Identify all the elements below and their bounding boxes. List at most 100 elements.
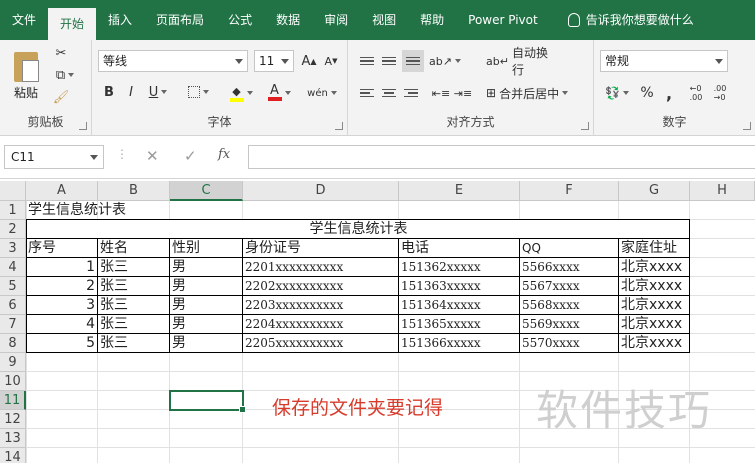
font-name-select[interactable]: 等线 — [98, 50, 248, 72]
row-header-9[interactable]: 9 — [0, 353, 26, 372]
row-header-8[interactable]: 8 — [0, 334, 26, 353]
cell-phone[interactable]: 151364xxxxx — [399, 296, 520, 315]
tab-page-layout[interactable]: 页面布局 — [144, 0, 216, 40]
row-header-3[interactable]: 3 — [0, 239, 26, 258]
increase-indent-button[interactable]: ⇥≡ — [454, 84, 472, 102]
cell-seq[interactable]: 4 — [26, 315, 98, 334]
cell-phone[interactable]: 151365xxxxx — [399, 315, 520, 334]
header-phone[interactable]: 电话 — [399, 239, 520, 258]
formula-input[interactable] — [248, 145, 755, 169]
italic-button[interactable]: I — [122, 82, 140, 102]
cell-seq[interactable]: 3 — [26, 296, 98, 315]
column-header-b[interactable]: B — [98, 181, 170, 201]
cell-qq[interactable]: 5568xxxx — [520, 296, 619, 315]
align-left-button[interactable] — [358, 84, 376, 102]
row-header-4[interactable]: 4 — [0, 258, 26, 277]
number-format-select[interactable]: 常规 — [600, 50, 728, 72]
column-header-d[interactable]: D — [243, 181, 399, 201]
enter-icon[interactable]: ✓ — [184, 147, 197, 165]
select-all-corner[interactable] — [0, 181, 26, 201]
cell-gender[interactable]: 男 — [170, 334, 243, 353]
underline-button[interactable]: U — [144, 82, 172, 102]
column-header-c[interactable]: C — [170, 181, 243, 201]
merge-center-button[interactable]: ⊞ 合并后居中 — [486, 84, 576, 102]
tab-home[interactable]: 开始 — [48, 8, 97, 40]
cell-address[interactable]: 北京xxxx — [619, 315, 690, 334]
tab-insert[interactable]: 插入 — [96, 0, 144, 40]
align-middle-button[interactable] — [380, 52, 398, 70]
row-header-14[interactable]: 14 — [0, 448, 26, 463]
cell-gender[interactable]: 男 — [170, 315, 243, 334]
header-address[interactable]: 家庭住址 — [619, 239, 690, 258]
cell-gender[interactable]: 男 — [170, 258, 243, 277]
grow-font-button[interactable]: A ▲ — [300, 52, 318, 70]
tab-data[interactable]: 数据 — [264, 0, 312, 40]
shrink-font-button[interactable]: A ▼ — [322, 52, 340, 70]
cell-address[interactable]: 北京xxxx — [619, 334, 690, 353]
column-header-g[interactable]: G — [619, 181, 690, 201]
tab-file[interactable]: 文件 — [0, 0, 48, 40]
header-qq[interactable]: QQ — [520, 239, 619, 258]
column-header-a[interactable]: A — [26, 181, 98, 201]
cell-id-number[interactable]: 2203xxxxxxxxxx — [243, 296, 399, 315]
cell-a1[interactable]: 学生信息统计表 — [26, 201, 226, 220]
column-header-h[interactable]: H — [690, 181, 755, 201]
copy-button[interactable]: ⧉ — [52, 66, 78, 84]
cell-qq[interactable]: 5569xxxx — [520, 315, 619, 334]
row-header-1[interactable]: 1 — [0, 201, 26, 220]
clipboard-launcher-icon[interactable] — [79, 122, 87, 130]
cell-id-number[interactable]: 2202xxxxxxxxxx — [243, 277, 399, 296]
cell-name[interactable]: 张三 — [98, 334, 170, 353]
orientation-button[interactable]: ab↗ — [429, 52, 461, 70]
fill-color-button[interactable]: ◆ — [226, 82, 256, 104]
cell-id-number[interactable]: 2201xxxxxxxxxx — [243, 258, 399, 277]
align-center-button[interactable] — [380, 84, 398, 102]
cell-name[interactable]: 张三 — [98, 277, 170, 296]
cell-phone[interactable]: 151363xxxxx — [399, 277, 520, 296]
header-seq[interactable]: 序号 — [26, 239, 98, 258]
wrap-text-button[interactable]: ab↵ 自动换行 — [486, 46, 556, 77]
header-name[interactable]: 姓名 — [98, 239, 170, 258]
cancel-icon[interactable]: ✕ — [146, 147, 159, 165]
borders-button[interactable] — [184, 82, 212, 102]
cell-qq[interactable]: 5566xxxx — [520, 258, 619, 277]
comma-button[interactable]: , — [660, 84, 678, 103]
tab-help[interactable]: 帮助 — [408, 0, 456, 40]
cell-qq[interactable]: 5570xxxx — [520, 334, 619, 353]
tab-formulas[interactable]: 公式 — [216, 0, 264, 40]
header-id-number[interactable]: 身份证号 — [243, 239, 399, 258]
phonetic-button[interactable]: wén — [304, 82, 340, 104]
cut-button[interactable]: ✂ — [52, 44, 70, 62]
column-header-f[interactable]: F — [520, 181, 619, 201]
bold-button[interactable]: B — [100, 82, 118, 102]
alignment-launcher-icon[interactable] — [581, 122, 589, 130]
header-gender[interactable]: 性别 — [170, 239, 243, 258]
align-right-button[interactable] — [402, 84, 420, 102]
align-bottom-button[interactable] — [402, 50, 424, 72]
row-header-13[interactable]: 13 — [0, 429, 26, 448]
cell-name[interactable]: 张三 — [98, 315, 170, 334]
cell-gender[interactable]: 男 — [170, 277, 243, 296]
column-header-e[interactable]: E — [399, 181, 520, 201]
cell-name[interactable]: 张三 — [98, 258, 170, 277]
name-box[interactable]: C11 — [4, 145, 104, 169]
cell-seq[interactable]: 1 — [26, 258, 98, 277]
format-painter-button[interactable]: 🖌 — [52, 88, 70, 106]
row-header-2[interactable]: 2 — [0, 220, 26, 239]
cell-address[interactable]: 北京xxxx — [619, 277, 690, 296]
row-header-10[interactable]: 10 — [0, 372, 26, 391]
tab-power-pivot[interactable]: Power Pivot — [456, 0, 550, 40]
align-top-button[interactable] — [358, 52, 376, 70]
cell-seq[interactable]: 5 — [26, 334, 98, 353]
cell-seq[interactable]: 2 — [26, 277, 98, 296]
tell-me-box[interactable]: 告诉我你想要做什么 — [550, 0, 706, 40]
decrease-indent-button[interactable]: ⇤≡ — [432, 84, 450, 102]
percent-button[interactable]: % — [638, 84, 656, 102]
insert-function-icon[interactable]: fx — [218, 147, 230, 162]
decrease-decimal-button[interactable]: .00 →0 — [710, 82, 730, 104]
row-header-7[interactable]: 7 — [0, 315, 26, 334]
cell-phone[interactable]: 151362xxxxx — [399, 258, 520, 277]
selected-cell-c11[interactable] — [169, 390, 246, 413]
tab-review[interactable]: 审阅 — [312, 0, 360, 40]
font-launcher-icon[interactable] — [335, 122, 343, 130]
